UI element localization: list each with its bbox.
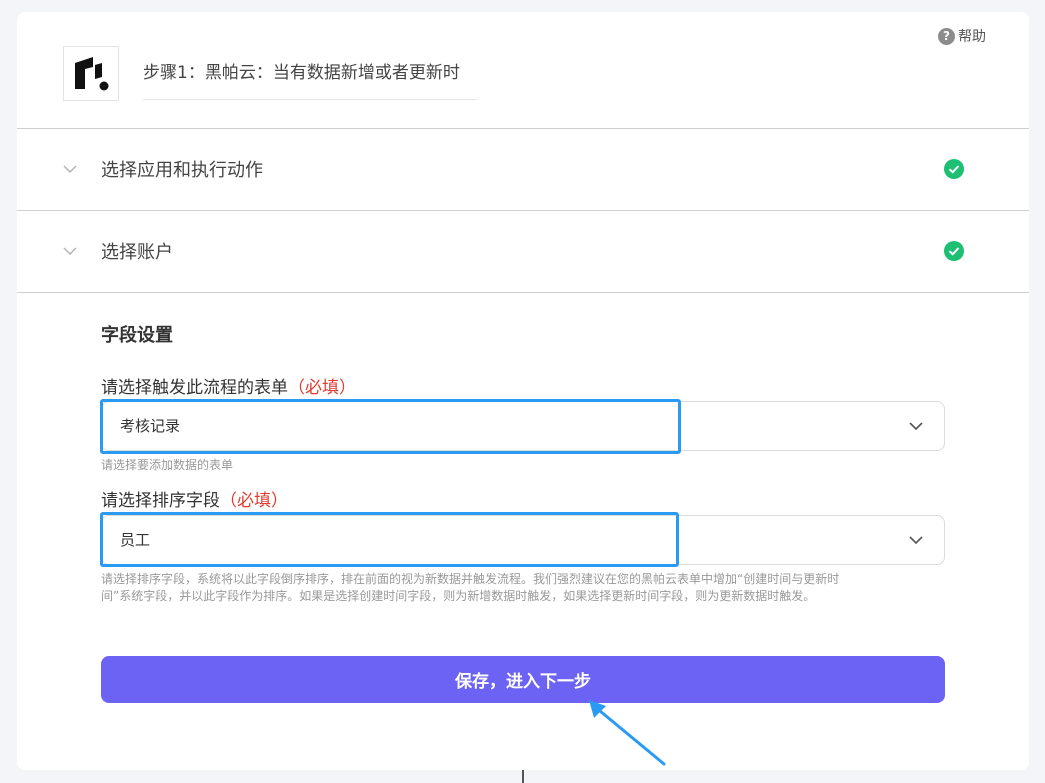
help-link[interactable]: ? 帮助 [938, 26, 986, 46]
section-select-account[interactable]: 选择账户 [17, 211, 1029, 291]
check-circle-icon [944, 159, 964, 179]
required-mark: （必填） [288, 378, 356, 398]
form-select-hint: 请选择要添加数据的表单 [101, 458, 234, 472]
sort-select-label-text: 请选择排序字段 [101, 491, 220, 511]
sort-select-hint-line1: 请选择排序字段，系统将以此字段倒序排序，排在前面的视为新数据并触发流程。我们强烈… [101, 572, 840, 586]
section-label: 选择账户 [101, 242, 173, 263]
sort-select-value: 员工 [120, 531, 151, 549]
chevron-down-icon [909, 422, 923, 431]
section-label: 选择应用和执行动作 [101, 160, 263, 181]
form-select-label-text: 请选择触发此流程的表单 [101, 378, 288, 398]
form-select-value: 考核记录 [120, 417, 181, 435]
save-next-button[interactable]: 保存，进入下一步 [101, 656, 945, 703]
step-title[interactable]: 步骤1：黑帕云：当有数据新增或者更新时 [143, 60, 477, 100]
question-circle-icon: ? [938, 27, 955, 45]
form-select-label: 请选择触发此流程的表单（必填） [101, 373, 356, 398]
required-mark: （必填） [220, 491, 288, 511]
section-select-app-action[interactable]: 选择应用和执行动作 [17, 129, 1029, 209]
heipayun-logo-icon [75, 56, 109, 90]
sort-select-label: 请选择排序字段（必填） [101, 486, 288, 511]
sort-select[interactable]: 员工 [101, 515, 945, 565]
divider [17, 292, 1029, 293]
help-label: 帮助 [958, 29, 986, 45]
form-select[interactable]: 考核记录 [101, 401, 945, 451]
chevron-down-icon [63, 247, 77, 256]
field-settings-title: 字段设置 [101, 325, 173, 346]
annotation-arrow-icon [589, 700, 666, 766]
chevron-down-icon [909, 536, 923, 545]
app-logo [63, 46, 119, 101]
sort-select-hint-line2: 间”系统字段，并以此字段作为排序。如果是选择创建时间字段，则为新增数据时触发，如… [101, 589, 816, 603]
chevron-down-icon [63, 165, 77, 174]
flow-connector [522, 770, 524, 783]
check-circle-icon [944, 241, 964, 261]
